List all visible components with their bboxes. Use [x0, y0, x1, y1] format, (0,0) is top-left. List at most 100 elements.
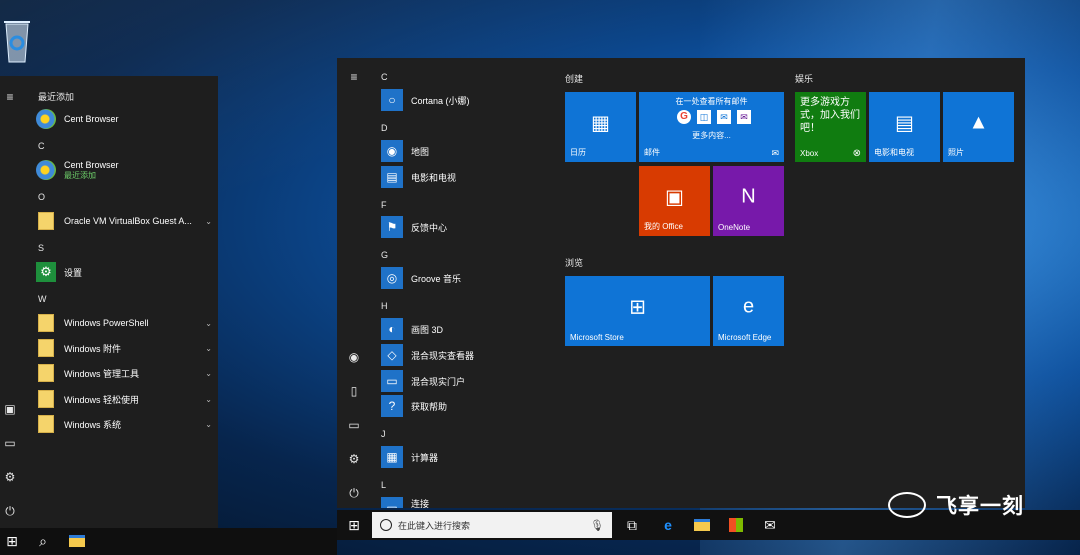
windows-start-icon[interactable]: ⊞	[3, 532, 21, 550]
tile-photos[interactable]: ▲ 照片	[943, 92, 1014, 162]
watermark-text: 飞享一刻	[936, 495, 1024, 518]
right-start-menu: ≡ ◉ ▯ ▭ ⚙ ⏻ C ○ Cortana (小娜) D ◉ 地图 ▤ 电影和电视…	[337, 58, 1025, 508]
tile-calendar[interactable]: ▦ 日历	[565, 92, 636, 162]
vr-headset-icon: ▭	[381, 370, 403, 392]
letter-g[interactable]: G	[381, 250, 388, 260]
app-label: Cent Browser	[64, 159, 119, 170]
groove-icon: ◎	[381, 267, 403, 289]
taskbar-search-box[interactable]: 在此键入进行搜索 🎙	[372, 512, 612, 538]
paint3d-icon: ◐	[381, 318, 403, 340]
app-virtualbox-guest[interactable]: Oracle VM VirtualBox Guest A... ⌄	[36, 210, 212, 232]
windows-start-icon[interactable]: ⊞	[345, 516, 363, 534]
app-cent-browser[interactable]: Cent Browser 最近添加	[36, 159, 212, 181]
app-settings[interactable]: ⚙ 设置	[36, 261, 212, 283]
chevron-down-icon: ⌄	[205, 419, 212, 429]
group-browse-header[interactable]: 浏览	[565, 256, 583, 269]
onenote-icon: N	[741, 185, 756, 208]
letter-d[interactable]: D	[381, 123, 388, 133]
power-icon[interactable]: ⏻	[347, 486, 361, 500]
app-groove-music[interactable]: ◎ Groove 音乐	[381, 267, 531, 289]
app-cent-browser-recent[interactable]: Cent Browser	[36, 108, 212, 130]
app-paint-3d[interactable]: ◐ 画图 3D	[381, 318, 531, 340]
tile-xbox[interactable]: 更多游戏方式，加入我们吧！ Xbox ⊗	[795, 92, 866, 162]
app-cortana[interactable]: ○ Cortana (小娜)	[381, 89, 531, 111]
app-windows-ease-of-access[interactable]: Windows 轻松使用 ⌄	[36, 388, 212, 410]
power-icon[interactable]: ⏻	[3, 504, 17, 518]
left-start-menu: ≡ ▣ ▭ ⚙ ⏻ 最近添加 Cent Browser C Cent Brows…	[0, 76, 218, 528]
app-get-help[interactable]: ? 获取帮助	[381, 395, 531, 417]
app-label: 混合现实门户	[411, 376, 466, 387]
folder-icon	[36, 414, 56, 434]
pictures-icon[interactable]: ▭	[3, 436, 17, 450]
app-windows-accessories[interactable]: Windows 附件 ⌄	[36, 337, 212, 359]
tile-movies-tv[interactable]: ▤ 电影和电视	[869, 92, 940, 162]
app-label-group: Cent Browser 最近添加	[64, 160, 212, 181]
user-icon[interactable]: ▣	[3, 402, 17, 416]
letter-c[interactable]: C	[381, 72, 388, 82]
app-mixed-reality-portal[interactable]: ▭ 混合现实门户	[381, 370, 531, 392]
tile-microsoft-store[interactable]: ⊞ Microsoft Store	[565, 276, 710, 346]
clapperboard-icon: ▤	[895, 112, 914, 135]
app-label: 获取帮助	[411, 401, 448, 412]
google-icon: G	[677, 110, 691, 124]
cent-browser-icon	[36, 160, 56, 180]
app-feedback-hub[interactable]: ⚑ 反馈中心	[381, 216, 531, 238]
settings-gear-icon[interactable]: ⚙	[347, 452, 361, 466]
app-mixed-reality-viewer[interactable]: ◇ 混合现实查看器	[381, 344, 531, 366]
letter-s[interactable]: S	[38, 243, 44, 253]
task-view-icon[interactable]: ⧉	[623, 516, 641, 534]
feedback-icon: ⚑	[381, 216, 403, 238]
group-entertainment-header[interactable]: 娱乐	[795, 72, 813, 85]
folder-icon	[36, 313, 56, 333]
maps-icon: ◉	[381, 140, 403, 162]
app-windows-admin-tools[interactable]: Windows 管理工具 ⌄	[36, 362, 212, 384]
wechat-logo-icon	[888, 492, 926, 518]
user-account-icon[interactable]: ◉	[347, 350, 361, 364]
letter-c[interactable]: C	[38, 141, 45, 151]
search-icon[interactable]: ⌕	[34, 532, 52, 550]
cent-browser-icon	[36, 109, 56, 129]
store-bag-icon: ⊞	[629, 296, 646, 319]
tile-microsoft-edge[interactable]: e Microsoft Edge	[713, 276, 784, 346]
tile-my-office[interactable]: ▣ 我的 Office	[639, 166, 710, 236]
hamburger-icon[interactable]: ≡	[3, 90, 17, 104]
hamburger-icon[interactable]: ≡	[347, 70, 361, 84]
letter-f[interactable]: F	[381, 200, 387, 210]
app-movies-tv[interactable]: ▤ 电影和电视	[381, 166, 531, 188]
edge-taskbar-icon[interactable]: e	[659, 516, 677, 534]
file-explorer-icon[interactable]	[68, 532, 86, 550]
tile-label: 邮件	[644, 148, 660, 157]
app-label: 反馈中心	[411, 222, 448, 233]
letter-o[interactable]: O	[38, 192, 45, 202]
app-windows-powershell[interactable]: Windows PowerShell ⌄	[36, 312, 212, 334]
app-label: Windows 附件	[64, 343, 122, 354]
letter-w[interactable]: W	[38, 294, 47, 304]
letter-h[interactable]: H	[381, 301, 388, 311]
app-connect[interactable]: ▭ 连接	[381, 497, 531, 508]
group-create-header[interactable]: 创建	[565, 72, 583, 85]
tile-mail[interactable]: 在一处查看所有邮件 G ◫ ✉ ✉ 更多内容... 邮件 ✉	[639, 92, 784, 162]
mail-tile-top-text: 在一处查看所有邮件	[675, 97, 748, 106]
mail-taskbar-icon[interactable]: ✉	[761, 516, 779, 534]
settings-gear-icon[interactable]: ⚙	[3, 470, 17, 484]
tile-onenote[interactable]: N OneNote	[713, 166, 784, 236]
chevron-down-icon: ⌄	[205, 343, 212, 353]
app-calculator[interactable]: ▦ 计算器	[381, 446, 531, 468]
mail-provider-icons: G ◫ ✉ ✉	[677, 110, 751, 124]
letter-l[interactable]: L	[381, 480, 386, 490]
tile-label: 电影和电视	[874, 148, 914, 157]
connect-icon: ▭	[381, 497, 403, 508]
calculator-icon: ▦	[381, 446, 403, 468]
pictures-icon[interactable]: ▭	[347, 418, 361, 432]
recycle-bin-icon[interactable]	[2, 16, 32, 66]
folder-icon	[36, 389, 56, 409]
documents-icon[interactable]: ▯	[347, 384, 361, 398]
letter-j[interactable]: J	[381, 429, 386, 439]
file-explorer-icon[interactable]	[693, 516, 711, 534]
microphone-icon[interactable]: 🎙	[590, 519, 604, 532]
app-windows-system[interactable]: Windows 系统 ⌄	[36, 413, 212, 435]
app-maps[interactable]: ◉ 地图	[381, 140, 531, 162]
store-taskbar-icon[interactable]	[727, 516, 745, 534]
xbox-logo-icon: ⊗	[852, 148, 861, 159]
chevron-down-icon: ⌄	[205, 318, 212, 328]
